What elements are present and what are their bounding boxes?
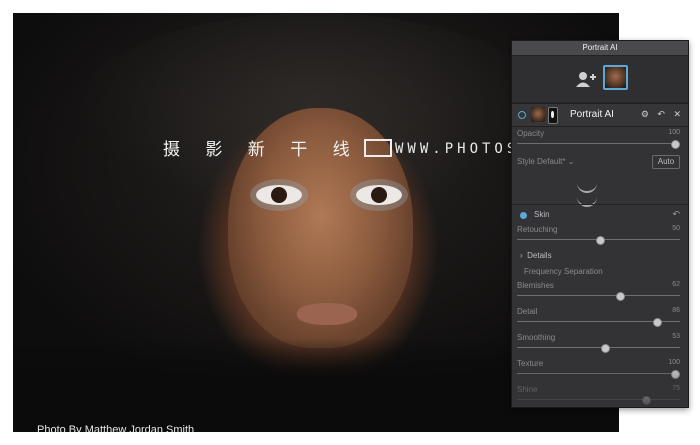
filter-header: Portrait AI ⚙ ↶ ✕	[512, 103, 688, 127]
lips-add-icon[interactable]	[577, 195, 597, 207]
retouching-value: 50	[672, 225, 680, 232]
retouching-knob[interactable]	[596, 236, 605, 245]
style-row: Style Default* ⌄ Auto	[516, 155, 684, 171]
watermark-cn-text: 摄 影 新 干 线	[163, 140, 360, 160]
chevron-down-icon[interactable]: ⌄	[568, 157, 575, 166]
shine-value: 75	[672, 385, 680, 392]
divider	[512, 204, 688, 205]
feature-icons	[577, 181, 637, 207]
filter-toggle[interactable]	[518, 111, 526, 119]
shine-slider[interactable]	[517, 399, 680, 400]
portrait-ai-panel: Portrait AI Portrait AI ⚙ ↶ ✕ Opacity 10…	[511, 40, 689, 408]
smoothing-slider[interactable]	[517, 347, 680, 348]
texture-value: 100	[668, 359, 680, 366]
filter-name: Portrait AI	[570, 109, 614, 120]
skin-toggle-icon[interactable]	[520, 212, 527, 219]
watermark-cn: 摄 影 新 干 线	[163, 135, 400, 160]
smoothing-label: Smoothing	[517, 333, 556, 342]
right-iris	[371, 187, 387, 203]
smoothing-row: Smoothing 53	[516, 333, 684, 353]
filter-action-icons[interactable]: ⚙ ↶ ✕	[641, 109, 684, 120]
add-person-icon[interactable]	[575, 71, 597, 87]
style-label: Style Default* ⌄	[517, 157, 574, 166]
retouching-label: Retouching	[517, 225, 558, 234]
photo-credit: Photo By Matthew Jordan Smith	[37, 424, 195, 432]
auto-button[interactable]: Auto	[652, 155, 680, 169]
shine-label: Shine	[517, 385, 538, 394]
details-label: Details	[527, 251, 552, 260]
opacity-row: Opacity 100	[516, 129, 684, 149]
texture-slider[interactable]	[517, 373, 680, 374]
blemishes-knob[interactable]	[616, 292, 625, 301]
blemishes-row: Blemishes 62	[516, 281, 684, 301]
face-selector-row	[512, 56, 688, 103]
texture-knob[interactable]	[671, 370, 680, 379]
skin-label: Skin	[534, 210, 550, 219]
blemishes-value: 62	[672, 281, 680, 288]
opacity-slider[interactable]	[517, 143, 680, 144]
detail-label: Detail	[517, 307, 538, 316]
chevron-right-icon: ›	[520, 251, 523, 260]
undo-icon[interactable]: ↶	[672, 209, 680, 220]
opacity-label: Opacity	[517, 129, 545, 138]
eye-add-icon[interactable]	[577, 181, 597, 193]
opacity-value: 100	[668, 129, 680, 136]
opacity-knob[interactable]	[671, 140, 680, 149]
face-thumbnail[interactable]	[603, 65, 628, 90]
shine-row: Shine 75	[516, 385, 684, 405]
mask-icon[interactable]	[548, 107, 558, 124]
lips	[297, 303, 357, 325]
details-expander[interactable]: › Details	[520, 251, 552, 260]
texture-row: Texture 100	[516, 359, 684, 379]
blemishes-label: Blemishes	[517, 281, 554, 290]
panel-title: Portrait AI	[512, 41, 688, 56]
detail-knob[interactable]	[653, 318, 662, 327]
detail-row: Detail 86	[516, 307, 684, 327]
detail-value: 86	[672, 307, 680, 314]
left-eye	[256, 185, 302, 205]
frequency-separation-label: Frequency Separation	[524, 267, 603, 276]
left-iris	[271, 187, 287, 203]
skin-section-header[interactable]: Skin ↶	[516, 209, 684, 223]
retouching-row: Retouching 50	[516, 225, 684, 245]
smoothing-knob[interactable]	[601, 344, 610, 353]
blemishes-slider[interactable]	[517, 295, 680, 296]
smoothing-value: 53	[672, 333, 680, 340]
filter-face-thumbnail	[531, 107, 545, 122]
right-eye	[356, 185, 402, 205]
style-dropdown[interactable]: Default*	[537, 157, 565, 166]
style-label-text: Style	[517, 157, 535, 166]
watermark-logo-icon	[363, 139, 392, 157]
shine-knob[interactable]	[642, 396, 651, 405]
texture-label: Texture	[517, 359, 544, 368]
